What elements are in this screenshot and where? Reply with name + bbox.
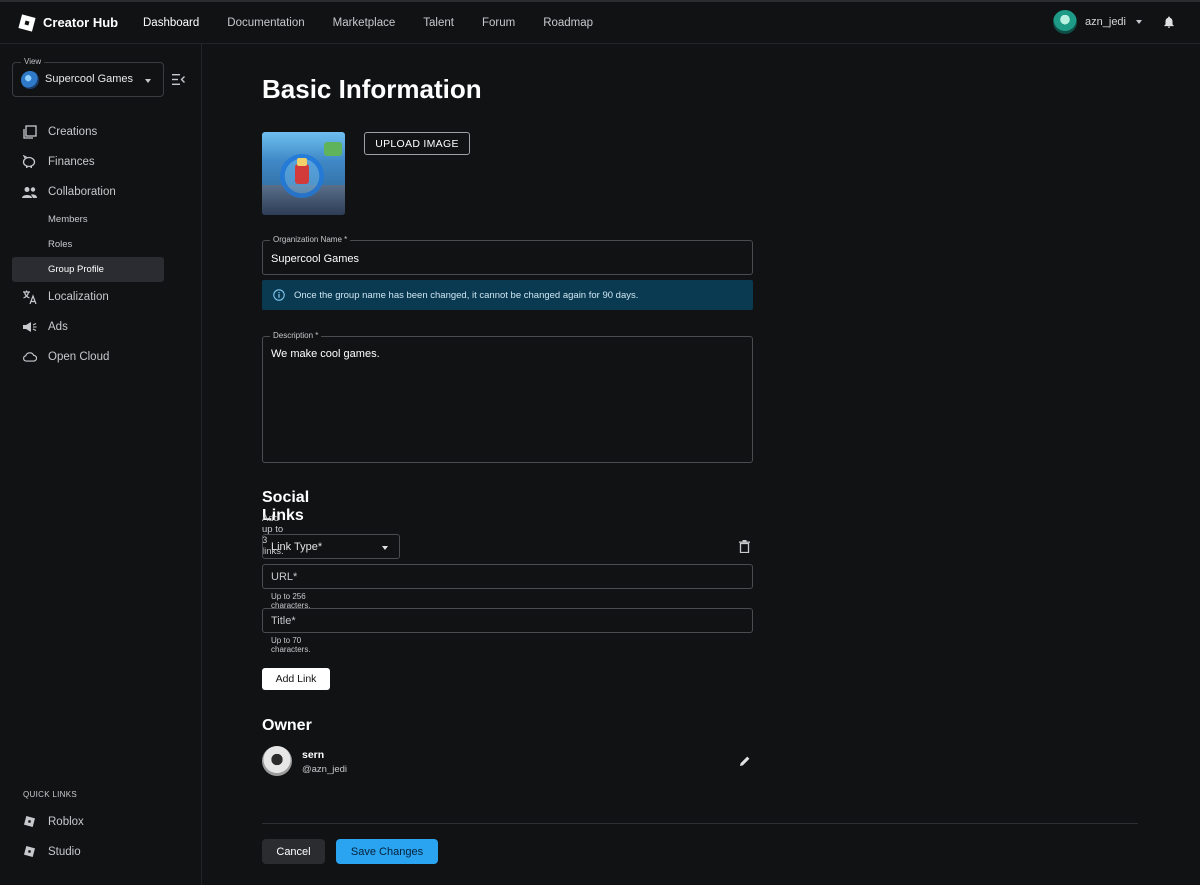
- organization-name-value[interactable]: Supercool Games: [271, 253, 359, 265]
- roblox-icon: [22, 814, 37, 829]
- owner-name: sern: [302, 749, 324, 761]
- group-icon-image: [262, 132, 345, 215]
- sidebar-item-group-profile[interactable]: Group Profile: [12, 257, 164, 282]
- brand-name: Creator Hub: [43, 15, 118, 30]
- creations-icon: [22, 124, 37, 139]
- pencil-icon[interactable]: [739, 755, 751, 767]
- name-change-info-alert: Once the group name has been changed, it…: [262, 280, 753, 310]
- sidebar-item-label: Members: [48, 214, 88, 225]
- description-field[interactable]: Description * We make cool games.: [262, 336, 753, 463]
- thumbnail-detail: [324, 142, 342, 156]
- sidebar-item-label: Open Cloud: [48, 351, 109, 363]
- sidebar-item-label: Creations: [48, 126, 97, 138]
- field-label: Organization Name *: [270, 235, 350, 244]
- save-changes-button[interactable]: Save Changes: [336, 839, 438, 864]
- sidebar-item-label: Studio: [48, 846, 81, 858]
- title-input[interactable]: Title*: [262, 608, 753, 633]
- chevron-down-icon: [382, 546, 388, 550]
- sidebar-item-localization[interactable]: Localization: [12, 284, 164, 309]
- link-type-placeholder: Link Type*: [271, 541, 322, 553]
- sidebar-item-finances[interactable]: Finances: [12, 149, 164, 174]
- nav-marketplace[interactable]: Marketplace: [333, 17, 396, 29]
- user-menu[interactable]: azn_jedi: [1053, 10, 1176, 34]
- main-nav: Dashboard Documentation Marketplace Tale…: [143, 17, 621, 29]
- nav-talent[interactable]: Talent: [423, 17, 454, 29]
- chevron-down-icon[interactable]: [145, 79, 151, 83]
- top-navigation-bar: Creator Hub Dashboard Documentation Mark…: [0, 0, 1200, 44]
- quick-links-title: QUICK LINKS: [23, 790, 77, 799]
- nav-roadmap[interactable]: Roadmap: [543, 17, 593, 29]
- cloud-icon: [22, 349, 37, 364]
- user-avatar[interactable]: [1053, 10, 1077, 34]
- cancel-button[interactable]: Cancel: [262, 839, 325, 864]
- studio-icon: [22, 844, 37, 859]
- chevron-down-icon[interactable]: [1136, 20, 1142, 24]
- megaphone-icon: [22, 319, 37, 334]
- thumbnail-detail: [295, 164, 309, 184]
- quick-link-roblox[interactable]: Roblox: [12, 809, 164, 834]
- organization-name-field[interactable]: Organization Name * Supercool Games: [262, 240, 753, 275]
- sidebar-item-label: Roles: [48, 239, 72, 250]
- nav-documentation[interactable]: Documentation: [227, 17, 304, 29]
- nav-forum[interactable]: Forum: [482, 17, 515, 29]
- sidebar-item-roles[interactable]: Roles: [12, 232, 164, 257]
- title-helper-text: Up to 70 characters.: [271, 636, 311, 654]
- field-label: Description *: [270, 331, 321, 340]
- sidebar-item-label: Localization: [48, 291, 109, 303]
- url-placeholder: URL*: [271, 571, 297, 583]
- url-input[interactable]: URL*: [262, 564, 753, 589]
- thumbnail-detail: [297, 158, 307, 166]
- sidebar-item-label: Finances: [48, 156, 95, 168]
- upload-image-button[interactable]: UPLOAD IMAGE: [364, 132, 470, 155]
- piggy-bank-icon: [22, 154, 37, 169]
- sidebar-item-collaboration[interactable]: Collaboration: [12, 179, 164, 204]
- nav-dashboard[interactable]: Dashboard: [143, 17, 199, 29]
- owner-avatar: [262, 746, 292, 776]
- user-name[interactable]: azn_jedi: [1085, 16, 1126, 28]
- sidebar-item-label: Group Profile: [48, 264, 104, 275]
- description-value[interactable]: We make cool games.: [271, 348, 380, 360]
- sidebar-item-label: Roblox: [48, 816, 84, 828]
- sidebar: View Supercool Games Creations Finances …: [0, 44, 202, 885]
- sidebar-item-label: Collaboration: [48, 186, 116, 198]
- creator-hub-logo[interactable]: Creator Hub: [20, 15, 140, 30]
- footer-divider: [262, 823, 1138, 824]
- view-selector[interactable]: View Supercool Games: [12, 62, 164, 97]
- owner-handle: @azn_jedi: [302, 764, 347, 775]
- collapse-sidebar-icon[interactable]: [172, 74, 185, 85]
- title-placeholder: Title*: [271, 615, 296, 627]
- trash-icon[interactable]: [739, 540, 750, 553]
- owner-title: Owner: [262, 717, 312, 735]
- group-avatar: [21, 71, 39, 89]
- group-icon: [22, 184, 37, 199]
- add-link-button[interactable]: Add Link: [262, 668, 330, 690]
- translate-icon: [22, 289, 37, 304]
- link-type-select[interactable]: Link Type*: [262, 534, 400, 559]
- info-icon: [273, 289, 285, 301]
- info-text: Once the group name has been changed, it…: [294, 290, 638, 301]
- sidebar-item-creations[interactable]: Creations: [12, 119, 164, 144]
- bell-icon[interactable]: [1162, 15, 1176, 29]
- roblox-logo-icon: [18, 14, 35, 31]
- sidebar-item-ads[interactable]: Ads: [12, 314, 164, 339]
- sidebar-item-members[interactable]: Members: [12, 207, 164, 232]
- sidebar-item-open-cloud[interactable]: Open Cloud: [12, 344, 164, 369]
- sidebar-item-label: Ads: [48, 321, 68, 333]
- page-title: Basic Information: [262, 74, 482, 105]
- view-value[interactable]: Supercool Games: [45, 73, 133, 85]
- view-label: View: [21, 57, 44, 66]
- quick-link-studio[interactable]: Studio: [12, 839, 164, 864]
